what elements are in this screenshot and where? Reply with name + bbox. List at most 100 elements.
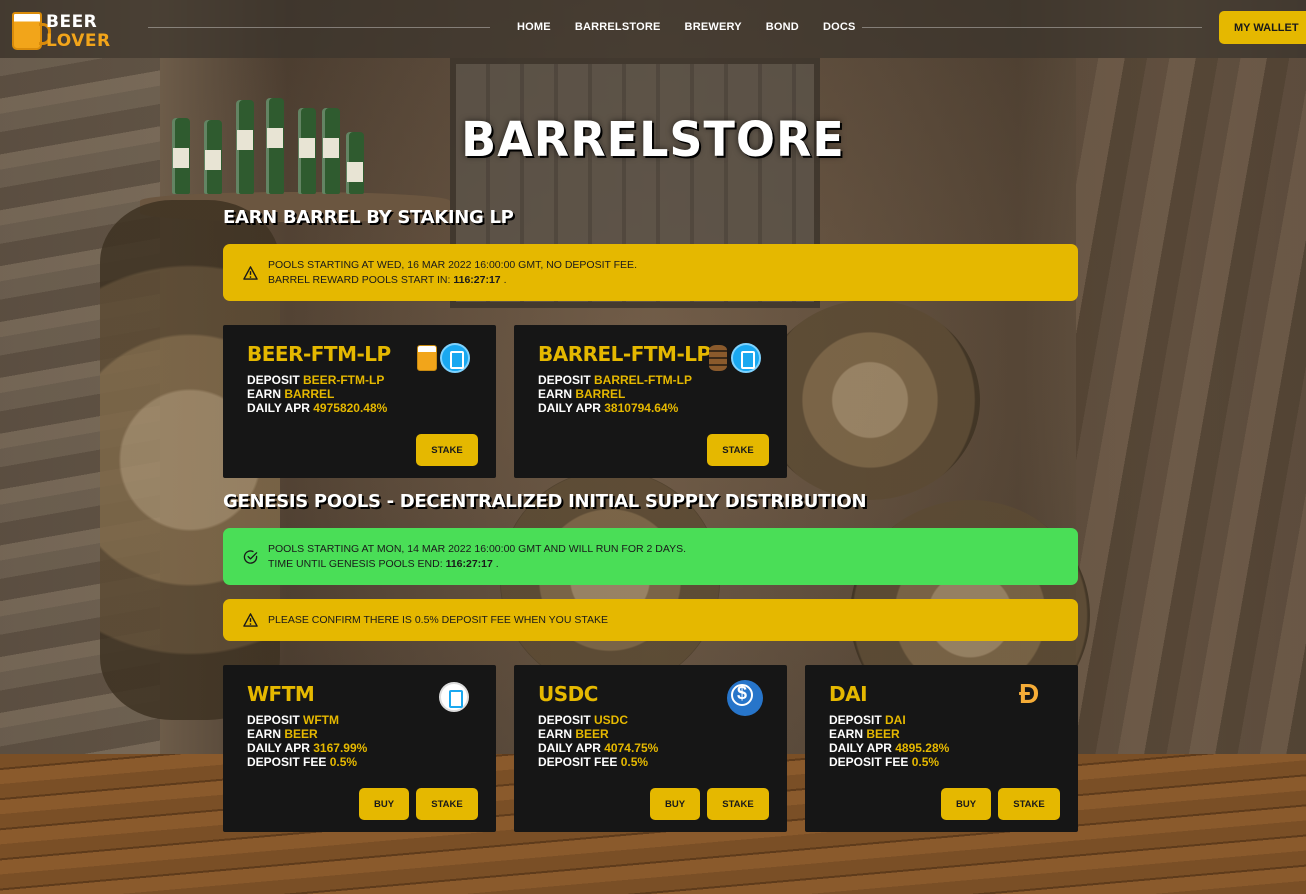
nav-divider-right [862, 27, 1202, 28]
earn-value: BEER [866, 727, 900, 741]
main-nav: HOME BARRELSTORE BREWERY BOND DOCS [505, 21, 868, 33]
lp-alert-countdown: 116:27:17 [453, 273, 501, 286]
pool-card-barrel-ftm-lp: BARREL-FTM-LP DEPOSIT BARREL-FTM-LP EARN… [514, 325, 787, 478]
top-nav-bar: BEER LOVER HOME BARRELSTORE BREWERY BOND… [0, 0, 1306, 58]
barrel-icon [709, 345, 727, 371]
deposit-label: DEPOSIT [247, 713, 304, 727]
nav-brewery[interactable]: BREWERY [685, 21, 742, 33]
genesis-alert-line2: TIME UNTIL GENESIS POOLS END: 116:27:17 … [268, 557, 1078, 572]
deposit-value: USDC [594, 713, 629, 727]
nav-home[interactable]: HOME [517, 21, 551, 33]
nav-docs[interactable]: DOCS [823, 21, 856, 33]
lp-alert-line1: POOLS STARTING AT WED, 16 MAR 2022 16:00… [268, 258, 637, 271]
deposit-label: DEPOSIT [538, 373, 595, 387]
buy-button[interactable]: BUY [359, 788, 409, 820]
genesis-countdown-label: TIME UNTIL GENESIS POOLS END: [268, 557, 446, 570]
genesis-alert-line1: POOLS STARTING AT MON, 14 MAR 2022 16:00… [268, 542, 686, 555]
deposit-value: BARREL-FTM-LP [594, 373, 692, 387]
lp-alert-countdown-label: BARREL REWARD POOLS START IN: [268, 273, 454, 286]
pool-card-details: DEPOSIT BEER-FTM-LP EARN BARREL DAILY AP… [247, 373, 387, 415]
deposit-label: DEPOSIT [829, 713, 886, 727]
apr-label: DAILY APR [247, 741, 314, 755]
apr-label: DAILY APR [538, 401, 605, 415]
fee-value: 0.5% [620, 755, 649, 769]
earn-label: EARN [247, 727, 285, 741]
lp-alert-line2: BARREL REWARD POOLS START IN: 116:27:17 … [268, 273, 1078, 288]
warning-icon [243, 265, 258, 280]
pool-card-usdc: USDC DEPOSIT USDC EARN BEER DAILY APR 40… [514, 665, 787, 832]
genesis-pools-alert: POOLS STARTING AT MON, 14 MAR 2022 16:00… [223, 528, 1078, 585]
beer-mug-icon [12, 12, 51, 50]
pool-card-title: BEER-FTM-LP [247, 342, 391, 366]
apr-label: DAILY APR [829, 741, 896, 755]
buy-button[interactable]: BUY [941, 788, 991, 820]
nav-bond[interactable]: BOND [766, 21, 799, 33]
beer-lover-logo[interactable]: BEER LOVER [6, 8, 116, 54]
pool-card-details: DEPOSIT BARREL-FTM-LP EARN BARREL DAILY … [538, 373, 692, 415]
stake-button[interactable]: STAKE [998, 788, 1060, 820]
earn-label: EARN [247, 387, 285, 401]
beer-mug-icon [417, 345, 437, 371]
warning-icon [243, 613, 258, 627]
pool-card-beer-ftm-lp: BEER-FTM-LP DEPOSIT BEER-FTM-LP EARN BAR… [223, 325, 496, 478]
deposit-value: WFTM [303, 713, 339, 727]
check-circle-icon [243, 549, 258, 564]
deposit-value: DAI [885, 713, 906, 727]
pool-card-wftm: WFTM DEPOSIT WFTM EARN BEER DAILY APR 31… [223, 665, 496, 832]
pool-card-details: DEPOSIT DAI EARN BEER DAILY APR 4895.28%… [829, 713, 949, 769]
pool-card-details: DEPOSIT WFTM EARN BEER DAILY APR 3167.99… [247, 713, 367, 769]
earn-value: BEER [284, 727, 318, 741]
earn-label: EARN [829, 727, 867, 741]
buy-button[interactable]: BUY [650, 788, 700, 820]
pool-card-title: DAI [829, 682, 868, 706]
barrel-image [760, 300, 980, 500]
apr-label: DAILY APR [538, 741, 605, 755]
apr-value: 4975820.48% [313, 401, 388, 415]
fantom-icon [731, 343, 761, 373]
pool-card-title: USDC [538, 682, 598, 706]
pool-card-details: DEPOSIT USDC EARN BEER DAILY APR 4074.75… [538, 713, 658, 769]
usdc-icon [727, 680, 763, 716]
pool-card-dai: DAI Đ DEPOSIT DAI EARN BEER DAILY APR 48… [805, 665, 1078, 832]
fantom-icon [440, 343, 470, 373]
stake-button[interactable]: STAKE [707, 788, 769, 820]
earn-label: EARN [538, 727, 576, 741]
pool-card-title: BARREL-FTM-LP [538, 342, 711, 366]
nav-barrelstore[interactable]: BARRELSTORE [575, 21, 661, 33]
logo-text-lover: LOVER [46, 31, 111, 51]
earn-value: BARREL [575, 387, 626, 401]
stake-button[interactable]: STAKE [416, 788, 478, 820]
my-wallet-button[interactable]: MY WALLET [1219, 11, 1306, 44]
earn-value: BARREL [284, 387, 335, 401]
genesis-section-title: GENESIS POOLS - DECENTRALIZED INITIAL SU… [223, 491, 867, 512]
earn-value: BEER [575, 727, 609, 741]
genesis-countdown: 116:27:17 [445, 557, 493, 570]
apr-label: DAILY APR [247, 401, 314, 415]
fee-label: DEPOSIT FEE [829, 755, 912, 769]
fee-value: 0.5% [911, 755, 940, 769]
stake-button[interactable]: STAKE [416, 434, 478, 466]
apr-value: 3167.99% [313, 741, 368, 755]
logo-text-beer: BEER [46, 12, 98, 32]
lp-pools-alert: POOLS STARTING AT WED, 16 MAR 2022 16:00… [223, 244, 1078, 301]
fee-value: 0.5% [329, 755, 358, 769]
deposit-label: DEPOSIT [538, 713, 595, 727]
apr-value: 3810794.64% [604, 401, 679, 415]
apr-value: 4074.75% [604, 741, 659, 755]
lp-section-title: EARN BARREL BY STAKING LP [223, 207, 514, 228]
page-title: BARRELSTORE [461, 110, 845, 168]
lp-alert-suffix: . [500, 273, 507, 286]
dai-icon: Đ [1019, 678, 1040, 709]
apr-value: 4895.28% [895, 741, 950, 755]
deposit-value: BEER-FTM-LP [303, 373, 385, 387]
earn-label: EARN [538, 387, 576, 401]
fee-label: DEPOSIT FEE [247, 755, 330, 769]
pool-card-title: WFTM [247, 682, 315, 706]
deposit-label: DEPOSIT [247, 373, 304, 387]
deposit-fee-alert: PLEASE CONFIRM THERE IS 0.5% DEPOSIT FEE… [223, 599, 1078, 641]
nav-divider-left [148, 27, 490, 28]
genesis-alert-suffix: . [492, 557, 499, 570]
deposit-fee-alert-text: PLEASE CONFIRM THERE IS 0.5% DEPOSIT FEE… [268, 613, 608, 626]
fee-label: DEPOSIT FEE [538, 755, 621, 769]
stake-button[interactable]: STAKE [707, 434, 769, 466]
